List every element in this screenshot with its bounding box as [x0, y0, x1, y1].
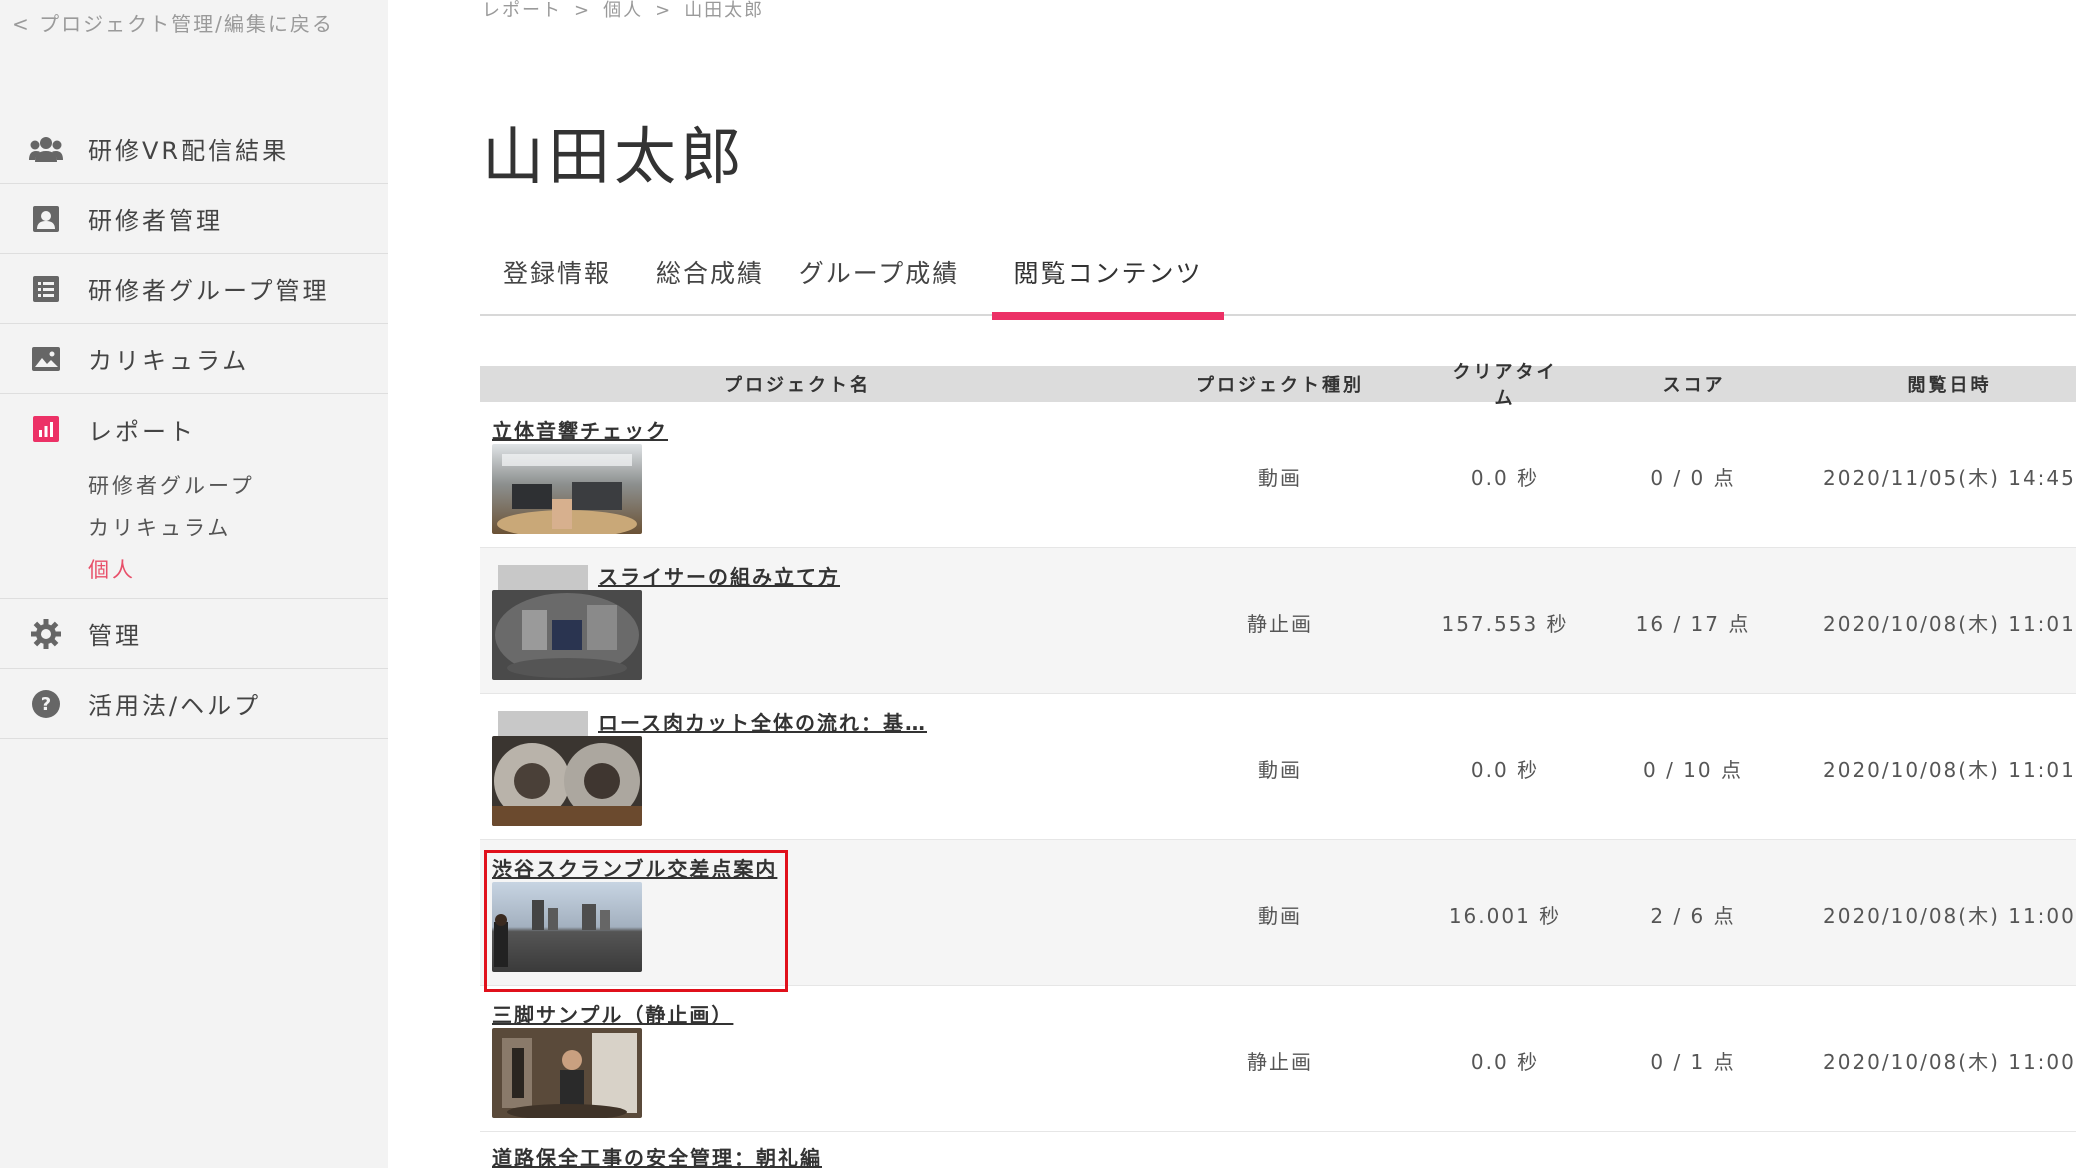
project-name-link[interactable]: 立体音響チェック — [492, 415, 668, 444]
clear-time-value: 0.0 秒 — [1470, 1050, 1540, 1074]
sidebar-nav: 研修VR配信結果 研修者管理 研修者グループ管理 カリキュラム レポート 研修者… — [0, 114, 388, 739]
header-viewed-at: 閲覧日時 — [1907, 375, 1992, 396]
sidebar-item-label: カリキュラム — [88, 347, 250, 375]
project-name-text: ロース肉カット全体の流れ：基… — [598, 711, 927, 735]
tab-overall-results[interactable]: 総合成績 — [634, 240, 786, 316]
project-name-link[interactable]: 道路保全工事の安全管理：朝礼編 — [492, 1142, 822, 1168]
project-type: 動画 — [1258, 466, 1302, 490]
sidebar-item-vr-results[interactable]: 研修VR配信結果 — [0, 114, 388, 184]
project-thumbnail[interactable] — [492, 590, 642, 680]
tab-label: 登録情報 — [502, 259, 611, 288]
viewed-at: 2020/10/08(木) 11:01 — [1823, 612, 2076, 636]
project-type: 静止画 — [1247, 612, 1313, 636]
project-type: 動画 — [1258, 758, 1302, 782]
clear-time-value: 157.553 秒 — [1441, 612, 1569, 636]
sidebar-item-help[interactable]: ? 活用法/ヘルプ — [0, 669, 388, 739]
header-project-type: プロジェクト種別 — [1196, 375, 1364, 396]
table-header: プロジェクト名 プロジェクト種別 クリアタイム スコア 閲覧日時 — [480, 362, 2076, 409]
viewed-at: 2020/11/05(木) 14:45 — [1823, 466, 2076, 490]
person-badge-icon — [28, 201, 64, 237]
viewed-at: 2020/10/08(木) 11:01 — [1823, 758, 2076, 782]
breadcrumb-separator: > — [655, 0, 673, 21]
tab-viewed-content[interactable]: 閲覧コンテンツ — [992, 240, 1224, 320]
report-subnav: 研修者グループ カリキュラム 個人 — [0, 464, 388, 599]
tab-bar: 登録情報 総合成績 グループ成績 閲覧コンテンツ — [480, 240, 2076, 320]
breadcrumb: レポート > 個人 > 山田太郎 — [482, 0, 764, 22]
page-title: 山田太郎 — [482, 120, 747, 193]
sidebar-item-label: 研修者管理 — [88, 207, 223, 235]
table-row: ロース肉カット全体の流れ：基… 動画 0.0 秒 0 / 10 点 2020/1… — [480, 694, 2076, 840]
project-name-text: スライサーの組み立て方 — [598, 565, 840, 589]
breadcrumb-separator: > — [574, 0, 592, 21]
table-row: 三脚サンプル（静止画） 静止画 0.0 秒 0 / 1 点 2020/10/08… — [480, 986, 2076, 1132]
breadcrumb-item-current: 山田太郎 — [684, 0, 765, 21]
highlight-box — [484, 850, 788, 992]
score-value: 2 / 6 点 — [1650, 904, 1736, 928]
breadcrumb-item-report[interactable]: レポート — [482, 0, 562, 22]
table-row: スライサーの組み立て方 静止画 157.553 秒 16 / 17 点 2020… — [480, 548, 2076, 694]
header-project-name: プロジェクト名 — [724, 375, 871, 396]
tab-group-results[interactable]: グループ成績 — [786, 240, 972, 316]
redacted-block — [498, 710, 588, 739]
project-thumbnail[interactable] — [492, 1028, 642, 1118]
viewed-at: 2020/10/08(木) 11:00 — [1823, 1050, 2076, 1074]
image-icon — [28, 341, 64, 377]
users-icon — [28, 131, 64, 167]
tab-label: 総合成績 — [655, 259, 764, 288]
bar-chart-icon — [28, 411, 64, 447]
sidebar-item-label: 研修者グループ管理 — [88, 277, 330, 305]
sidebar-item-label: レポート — [88, 417, 196, 446]
viewed-content-table: プロジェクト名 プロジェクト種別 クリアタイム スコア 閲覧日時 立体音響チェッ… — [480, 362, 2076, 1132]
subnav-item-individual[interactable]: 個人 — [88, 548, 388, 590]
sidebar-item-report[interactable]: レポート — [0, 394, 388, 464]
gear-icon — [28, 616, 64, 652]
project-name-link[interactable]: スライサーの組み立て方 — [492, 561, 840, 593]
active-tab-indicator — [992, 312, 1224, 320]
list-icon — [28, 271, 64, 307]
sidebar-item-curriculum[interactable]: カリキュラム — [0, 324, 388, 394]
project-type: 静止画 — [1247, 1050, 1313, 1074]
svg-text:?: ? — [41, 694, 51, 715]
redacted-block — [498, 564, 588, 593]
subnav-item-curriculum[interactable]: カリキュラム — [88, 506, 388, 548]
clear-time-value: 16.001 秒 — [1448, 904, 1562, 928]
back-to-project-link[interactable]: < プロジェクト管理/編集に戻る — [12, 8, 334, 37]
project-name-link[interactable]: 三脚サンプル（静止画） — [492, 999, 733, 1028]
project-thumbnail[interactable] — [492, 736, 642, 826]
table-row: 道路保全工事の安全管理：朝礼編 — [480, 1132, 2076, 1168]
clear-time-value: 0.0 秒 — [1470, 466, 1540, 490]
sidebar-item-label: 管理 — [88, 622, 142, 650]
clear-time-value: 0.0 秒 — [1470, 758, 1540, 782]
subnav-item-trainee-group[interactable]: 研修者グループ — [88, 464, 388, 506]
score-value: 0 / 1 点 — [1650, 1050, 1736, 1074]
header-score: スコア — [1662, 375, 1726, 396]
project-name-link[interactable]: ロース肉カット全体の流れ：基… — [492, 707, 927, 739]
viewed-at: 2020/10/08(木) 11:00 — [1823, 904, 2076, 928]
score-value: 0 / 0 点 — [1650, 466, 1736, 490]
tab-label: グループ成績 — [798, 259, 960, 288]
tab-registration-info[interactable]: 登録情報 — [480, 240, 634, 316]
sidebar-item-admin[interactable]: 管理 — [0, 599, 388, 669]
score-value: 0 / 10 点 — [1643, 758, 1743, 782]
project-thumbnail[interactable] — [492, 444, 642, 534]
help-icon: ? — [28, 686, 64, 722]
sidebar-item-label: 研修VR配信結果 — [88, 137, 290, 165]
sidebar-item-trainee-management[interactable]: 研修者管理 — [0, 184, 388, 254]
sidebar-item-label: 活用法/ヘルプ — [88, 692, 262, 720]
table-row: 立体音響チェック 動画 0.0 秒 0 / 0 点 2020/11/05(木) … — [480, 402, 2076, 548]
tab-label: 閲覧コンテンツ — [1013, 259, 1203, 288]
breadcrumb-item-individual[interactable]: 個人 — [603, 0, 643, 22]
sidebar-item-group-management[interactable]: 研修者グループ管理 — [0, 254, 388, 324]
project-type: 動画 — [1258, 904, 1302, 928]
score-value: 16 / 17 点 — [1635, 612, 1751, 636]
sidebar: < プロジェクト管理/編集に戻る 研修VR配信結果 研修者管理 研修者グループ管… — [0, 0, 388, 1168]
